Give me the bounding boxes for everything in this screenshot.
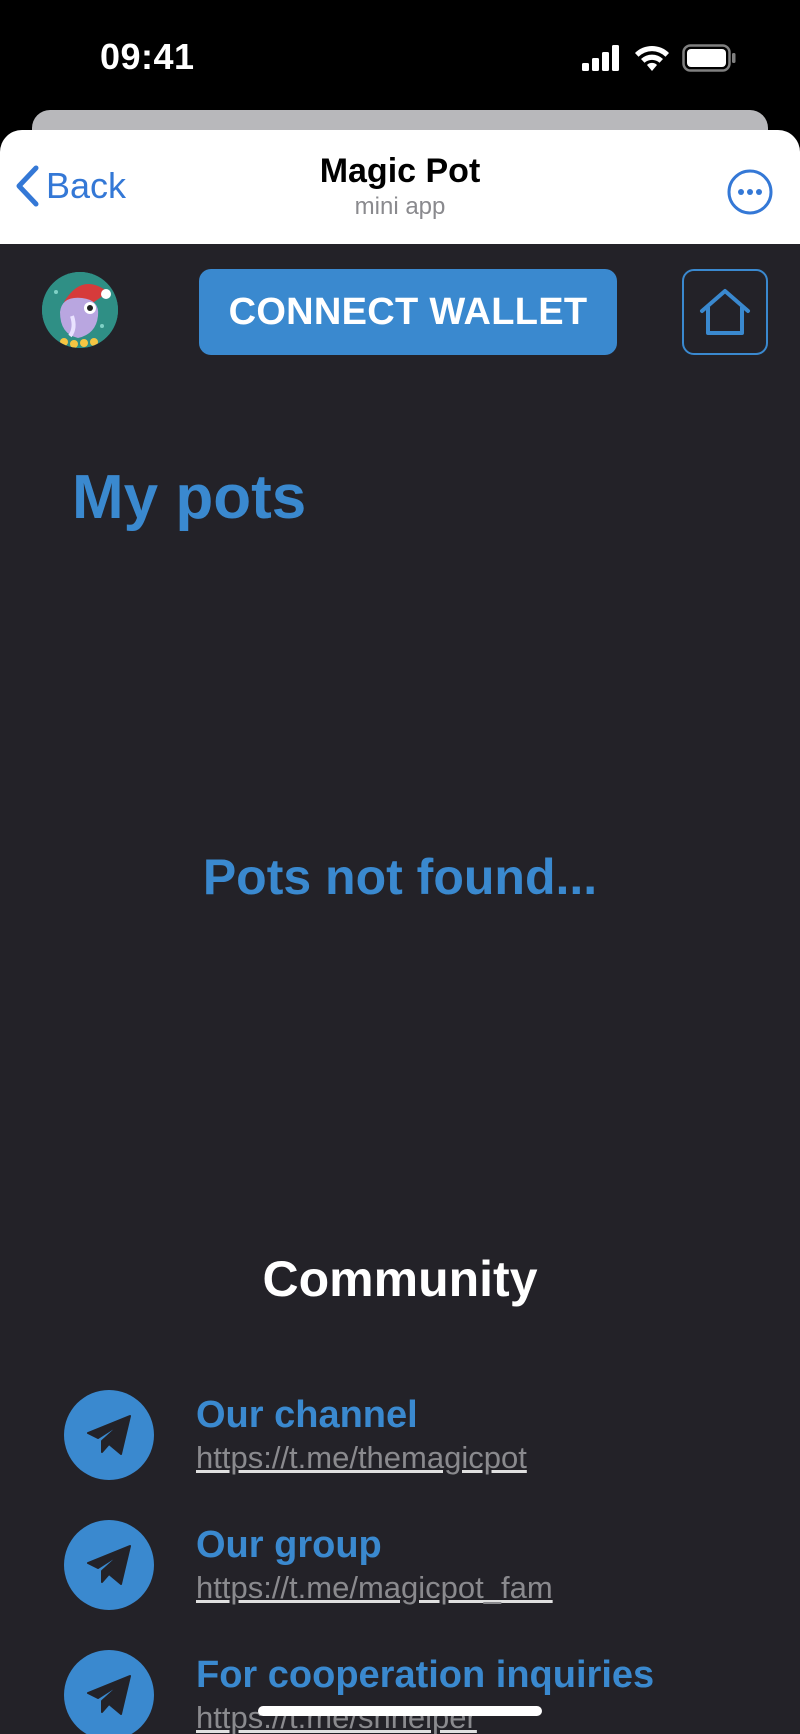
community-item-link[interactable]: https://t.me/magicpot_fam [196,1570,553,1606]
screen: 09:41 Back Magic Pot mini app CONNECT WA… [0,0,800,1734]
app-title: Magic Pot [319,152,481,190]
magic-pot-avatar-icon[interactable] [42,272,118,348]
status-icons [582,44,736,72]
mini-app-header: Back Magic Pot mini app [0,130,800,244]
signal-icon [582,45,619,71]
telegram-icon [64,1390,154,1480]
page-title: My pots [72,463,307,532]
home-button[interactable] [682,269,768,355]
empty-state-message: Pots not found... [202,849,598,905]
community-item-channel[interactable]: Our channel https://t.me/themagicpot [64,1390,764,1490]
title-block: Magic Pot mini app [0,152,800,221]
app-subtitle: mini app [354,193,446,220]
community-heading: Community [262,1251,538,1307]
community-item-title: For cooperation inquiries [196,1654,655,1696]
more-icon [727,169,773,215]
home-indicator[interactable] [258,1706,542,1716]
community-item-cooperation[interactable]: For cooperation inquiries https://t.me/s… [64,1650,764,1734]
community-item-title: Our group [196,1524,382,1566]
telegram-icon [64,1520,154,1610]
status-time: 09:41 [100,36,195,77]
more-button[interactable] [726,168,774,216]
connect-wallet-button[interactable]: CONNECT WALLET [199,269,617,355]
community-item-group[interactable]: Our group https://t.me/magicpot_fam [64,1520,764,1620]
wifi-icon [635,45,669,71]
community-item-link[interactable]: https://t.me/themagicpot [196,1440,527,1476]
app-content: CONNECT WALLET My pots Pots not found...… [0,244,800,1734]
battery-icon [682,44,736,72]
status-bar: 09:41 [0,0,800,110]
community-item-title: Our channel [196,1394,418,1436]
home-icon [700,289,750,335]
telegram-icon [64,1650,154,1734]
